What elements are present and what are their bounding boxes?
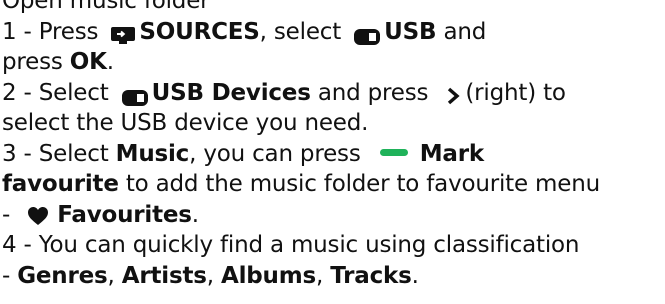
step-1-line-b: press OK.	[2, 47, 114, 77]
music-label: Music	[115, 141, 190, 167]
step-2-line-b: select the USB device you need.	[2, 108, 368, 138]
text: (right) to	[465, 80, 566, 106]
text: 3 - Select	[2, 141, 116, 167]
text: and press	[310, 80, 436, 106]
usb-icon	[121, 84, 148, 106]
sources-label: SOURCES	[139, 19, 260, 45]
text: Open music folder	[2, 0, 210, 14]
text: ,	[315, 263, 331, 289]
text: , you can press	[189, 141, 368, 167]
favourites-label: Favourites	[57, 202, 192, 228]
text: press	[2, 49, 70, 75]
text: to add the music folder to favourite men…	[118, 171, 600, 197]
step-3-line-a: 3 - Select Music, you can press Mark	[2, 139, 484, 169]
albums-label: Albums	[220, 263, 316, 289]
usb-label: USB	[384, 19, 437, 45]
text: ,	[206, 263, 221, 289]
artists-label: Artists	[121, 263, 207, 289]
tracks-label: Tracks	[330, 263, 412, 289]
text: .	[191, 202, 199, 228]
chevron-right-icon	[445, 83, 461, 104]
text: .	[411, 263, 419, 289]
mark-label: Mark	[419, 141, 484, 167]
green-key-icon	[379, 149, 408, 156]
heart-icon	[27, 204, 49, 225]
usb-icon	[354, 23, 381, 45]
step-1-line-a: 1 - Press SOURCES, select USB and	[2, 17, 486, 47]
favourite-label: favourite	[2, 171, 119, 197]
text: and	[436, 19, 487, 45]
step-3-line-c: - Favourites.	[2, 200, 199, 230]
step-3-line-b: favourite to add the music folder to fav…	[2, 169, 600, 199]
step-2-line-a: 2 - Select USB Devices and press (right)…	[2, 78, 566, 108]
document-page: Open music folder 1 - Press SOURCES, sel…	[0, 0, 665, 304]
text: select the USB device you need.	[2, 110, 369, 136]
text: 1 - Press	[2, 19, 106, 45]
genres-label: Genres	[17, 263, 108, 289]
usb-devices-label: USB Devices	[151, 80, 311, 106]
text: .	[106, 49, 114, 75]
text: 2 - Select	[2, 80, 116, 106]
text: -	[2, 202, 18, 228]
text: 4 - You can quickly find a music using c…	[2, 232, 580, 258]
text: -	[2, 263, 18, 289]
text: , select	[259, 19, 349, 45]
step-4-line-a: 4 - You can quickly find a music using c…	[2, 230, 579, 260]
heading-open-music-folder: Open music folder	[2, 0, 210, 16]
step-4-line-b: - Genres, Artists, Albums, Tracks.	[2, 261, 419, 291]
text: ,	[107, 263, 122, 289]
sources-icon	[111, 22, 136, 44]
ok-label: OK	[69, 49, 107, 75]
